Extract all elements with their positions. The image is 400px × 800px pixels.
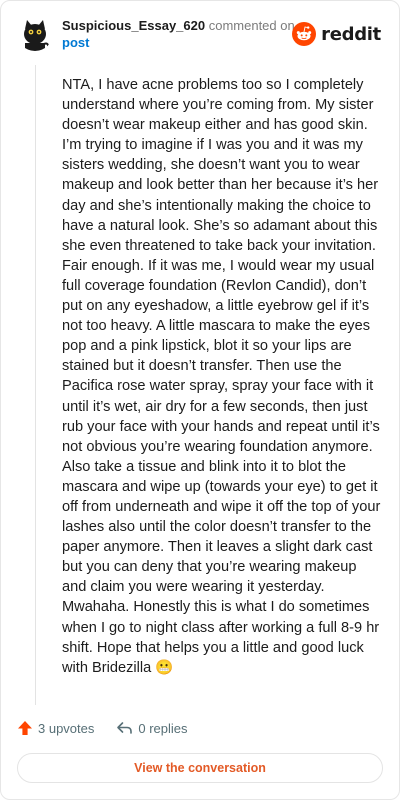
username[interactable]: Suspicious_Essay_620 (62, 18, 205, 33)
thread-line (35, 65, 36, 705)
reddit-logo-icon (292, 22, 317, 46)
reply-arrow-icon (117, 722, 133, 734)
comment-card: Suspicious_Essay_620 commented on post r… (0, 0, 400, 800)
reply-button[interactable]: 0 replies (116, 720, 188, 736)
comment-actions: 3 upvotes 0 replies (17, 717, 210, 739)
upvote-button[interactable]: 3 upvotes (17, 720, 94, 736)
reply-count: 0 replies (138, 720, 188, 736)
post-link[interactable]: post (62, 35, 89, 50)
snoo-avatar-icon[interactable] (17, 15, 53, 51)
reddit-wordmark: reddit (321, 23, 381, 45)
comment-body: NTA, I have acne problems too so I compl… (62, 77, 381, 676)
reddit-logo[interactable]: reddit (292, 20, 381, 48)
comment-header: Suspicious_Essay_620 commented on post r… (17, 15, 383, 55)
comment-meta: Suspicious_Essay_620 commented on post (62, 17, 302, 51)
upvote-arrow-icon (18, 721, 32, 735)
commented-on-text: commented on (208, 18, 295, 33)
view-conversation-button[interactable]: View the conversation (17, 753, 383, 783)
upvote-count: 3 upvotes (38, 720, 95, 736)
